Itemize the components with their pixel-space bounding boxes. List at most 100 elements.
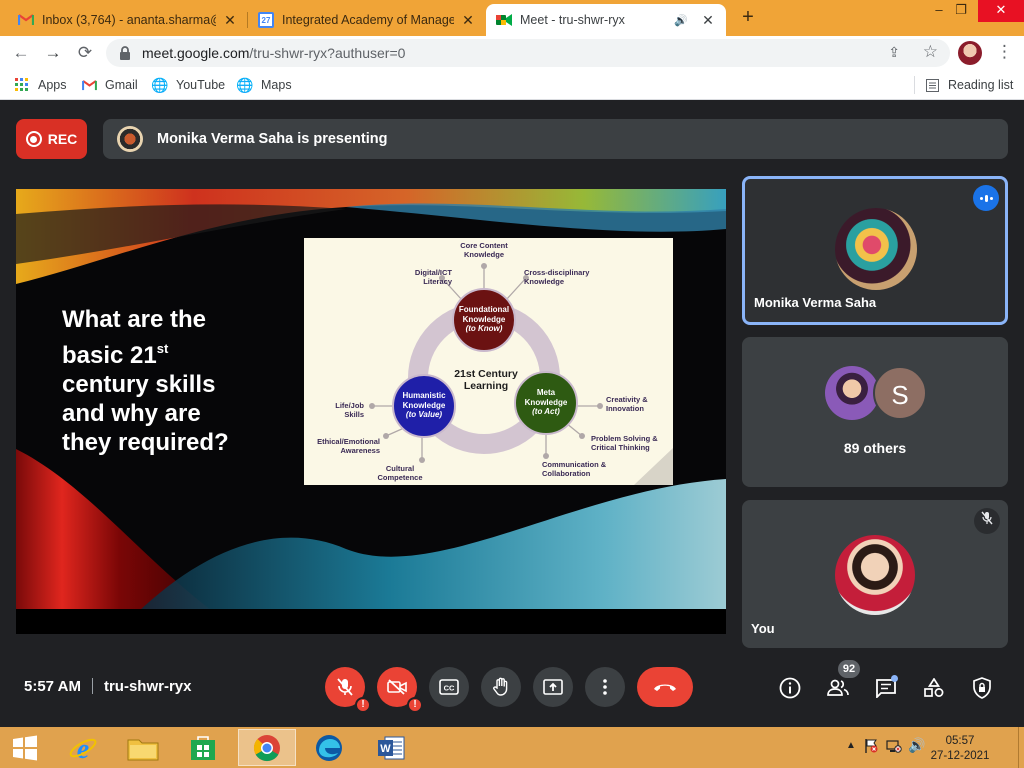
taskbar-edge[interactable] <box>300 729 358 766</box>
activities-button[interactable] <box>921 675 947 701</box>
tab-title: Inbox (3,764) - ananta.sharma@i <box>42 13 216 27</box>
people-icon <box>827 679 849 696</box>
taskbar-file-explorer[interactable] <box>114 729 172 766</box>
camera-toggle-button[interactable]: ! <box>377 667 423 713</box>
start-button[interactable] <box>0 729 50 766</box>
back-icon[interactable]: ← <box>10 42 32 64</box>
tab-title: Integrated Academy of Managem <box>282 13 454 27</box>
meeting-info-button[interactable] <box>777 675 803 701</box>
tab-calendar[interactable]: 27 Integrated Academy of Managem ✕ <box>248 4 486 36</box>
windows-taskbar: e W ▲ 🔊 05:57 27-12-2021 <box>0 727 1024 768</box>
people-count-badge: 92 <box>838 660 860 678</box>
reading-list-label: Reading list <box>948 78 1014 92</box>
label-core-content: Core Content Knowledge <box>460 241 508 259</box>
taskbar-chrome[interactable] <box>238 729 296 766</box>
meet-icon <box>496 12 512 28</box>
close-tab-icon[interactable]: ✕ <box>222 12 238 29</box>
mic-off-icon <box>974 508 1000 534</box>
word-icon: W <box>378 736 405 759</box>
participant-name: You <box>751 621 775 636</box>
clock-date: 27-12-2021 <box>930 750 990 762</box>
question-sup: st <box>156 341 169 356</box>
present-screen-icon <box>543 679 563 695</box>
restore-button[interactable]: ❐ <box>946 0 976 22</box>
show-hidden-icons[interactable]: ▲ <box>846 740 856 751</box>
reload-icon[interactable]: ⟳ <box>74 42 96 64</box>
label-ethical: Ethical/Emotional Awareness <box>317 437 380 455</box>
rec-label: REC <box>47 131 78 147</box>
tab-gmail[interactable]: Inbox (3,764) - ananta.sharma@i ✕ <box>8 4 248 36</box>
profile-avatar[interactable] <box>958 41 982 65</box>
mic-off-icon <box>337 678 353 696</box>
presenting-text: Monika Verma Saha is presenting <box>157 131 388 147</box>
bookmark-label: YouTube <box>176 78 226 92</box>
share-icon[interactable]: ⇪ <box>888 44 900 61</box>
meeting-time: 5:57 AM <box>24 678 81 695</box>
people-button[interactable] <box>825 675 851 701</box>
address-bar[interactable]: meet.google.com/tru-shwr-ryx?authuser=0 … <box>106 39 950 67</box>
participant-tile-others[interactable]: S 89 others <box>742 337 1008 487</box>
meeting-code: tru-shwr-ryx <box>103 678 192 695</box>
more-options-button[interactable] <box>585 667 625 707</box>
url-text: meet.google.com/tru-shwr-ryx?authuser=0 <box>142 45 405 61</box>
url-host: meet.google.com <box>142 45 250 61</box>
browser-menu-icon[interactable]: ⋮ <box>996 42 1013 62</box>
host-controls-button[interactable] <box>969 675 995 701</box>
captions-icon: CC <box>439 679 459 695</box>
bookmark-youtube[interactable]: 🌐 YouTube <box>151 77 226 93</box>
label-problem-solving: Problem Solving & Critical Thinking <box>591 434 658 452</box>
bookmark-apps[interactable]: Apps <box>14 77 67 93</box>
action-center-flag-icon[interactable] <box>864 738 878 754</box>
participant-name: Monika Verma Saha <box>754 295 877 310</box>
taskbar-ie[interactable]: e <box>54 729 112 766</box>
internet-explorer-icon: e <box>69 734 97 763</box>
tab-title: Meet - tru-shwr-ryx <box>520 13 625 27</box>
bookmarks-bar: Apps Gmail 🌐 YouTube 🌐 Maps Reading list <box>0 70 1024 100</box>
label-life-job: Life/Job Skills <box>335 401 364 419</box>
participant-initial-avatar: S <box>873 366 927 420</box>
present-now-button[interactable] <box>533 667 573 707</box>
gmail-icon <box>18 12 34 28</box>
circle-line: Knowledge <box>402 400 446 410</box>
mic-toggle-button[interactable]: ! <box>325 667 371 713</box>
calendar-icon: 27 <box>258 12 274 28</box>
speaker-icon[interactable]: 🔊 <box>674 14 688 27</box>
captions-button[interactable]: CC <box>429 667 469 707</box>
reading-list[interactable]: Reading list <box>924 77 1013 93</box>
volume-icon[interactable]: 🔊 <box>908 737 925 754</box>
network-icon[interactable] <box>886 738 902 754</box>
close-tab-icon[interactable]: ✕ <box>700 12 716 29</box>
forward-icon[interactable]: → <box>42 42 64 64</box>
taskbar-store[interactable] <box>174 729 232 766</box>
presenting-banner: Monika Verma Saha is presenting <box>103 119 1008 159</box>
foundational-circle: Foundational Knowledge (to Know) <box>448 305 520 334</box>
warning-icon: ! <box>355 697 371 713</box>
bookmark-gmail[interactable]: Gmail <box>81 77 138 93</box>
hang-up-icon <box>654 684 676 691</box>
circle-sub: (to Act) <box>532 407 560 416</box>
presenter-avatar <box>117 126 143 152</box>
globe-icon: 🌐 <box>236 76 254 93</box>
close-tab-icon[interactable]: ✕ <box>460 12 476 29</box>
bookmark-star-icon[interactable]: ☆ <box>923 42 938 62</box>
others-count: 89 others <box>843 440 907 456</box>
participant-tile-presenter[interactable]: Monika Verma Saha <box>742 176 1008 325</box>
circle-line: Foundational <box>458 305 510 314</box>
tab-meet[interactable]: Meet - tru-shwr-ryx 🔊 ✕ <box>486 4 726 36</box>
shield-lock-icon <box>973 677 991 699</box>
leave-call-button[interactable] <box>637 667 693 707</box>
participant-tile-self[interactable]: You <box>742 500 1008 648</box>
show-desktop-button[interactable] <box>1018 727 1024 768</box>
window-close-button[interactable]: ✕ <box>978 0 1024 22</box>
new-tab-button[interactable]: + <box>738 7 758 28</box>
label-cross-disciplinary: Cross-disciplinary Knowledge <box>524 268 590 286</box>
chat-notification-dot <box>891 675 898 682</box>
raise-hand-button[interactable] <box>481 667 521 707</box>
circle-line: Humanistic <box>402 391 446 400</box>
taskbar-word[interactable]: W <box>362 729 420 766</box>
taskbar-clock[interactable]: 05:57 27-12-2021 <box>928 734 992 764</box>
recording-indicator[interactable]: REC <box>16 119 87 159</box>
system-tray: ▲ 🔊 05:57 27-12-2021 <box>834 727 1024 768</box>
skills-diagram: 21st Century Learning Foundational Knowl… <box>304 238 673 485</box>
bookmark-maps[interactable]: 🌐 Maps <box>236 76 291 93</box>
